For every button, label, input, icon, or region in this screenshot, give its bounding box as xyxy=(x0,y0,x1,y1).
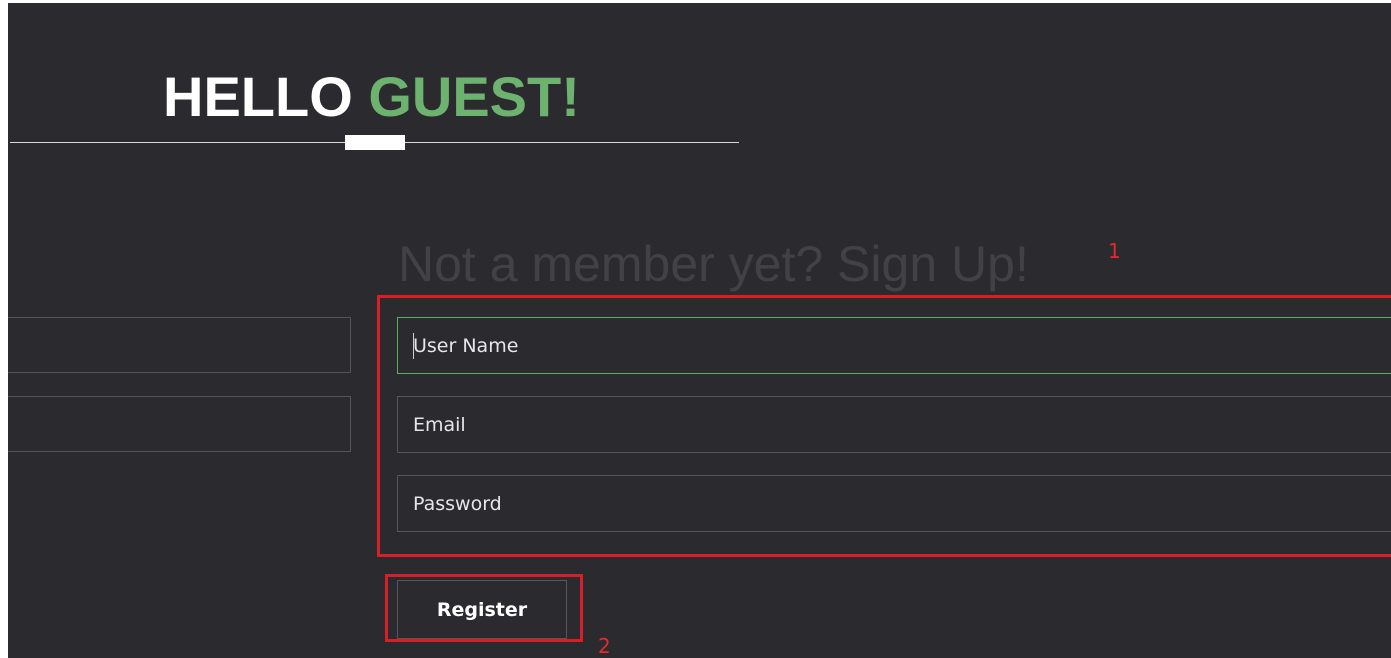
greeting-name: GUEST! xyxy=(368,65,580,128)
greeting-title: HELLO GUEST! xyxy=(163,67,580,127)
email-input[interactable] xyxy=(397,396,1391,453)
password-input[interactable] xyxy=(397,475,1391,532)
page: HELLO GUEST! Not a member yet? Sign Up! … xyxy=(8,3,1391,658)
signup-heading: Not a member yet? Sign Up! xyxy=(398,236,1029,292)
username-input[interactable] xyxy=(397,317,1391,374)
annotation-label-2: 2 xyxy=(598,634,611,658)
login-password-field[interactable] xyxy=(8,396,351,452)
greeting-word: HELLO xyxy=(163,65,353,128)
title-accent-bar xyxy=(345,135,405,150)
text-caret xyxy=(413,333,414,359)
login-username-field[interactable] xyxy=(8,317,351,373)
annotation-label-1: 1 xyxy=(1108,239,1121,263)
register-button[interactable]: Register xyxy=(397,580,567,639)
